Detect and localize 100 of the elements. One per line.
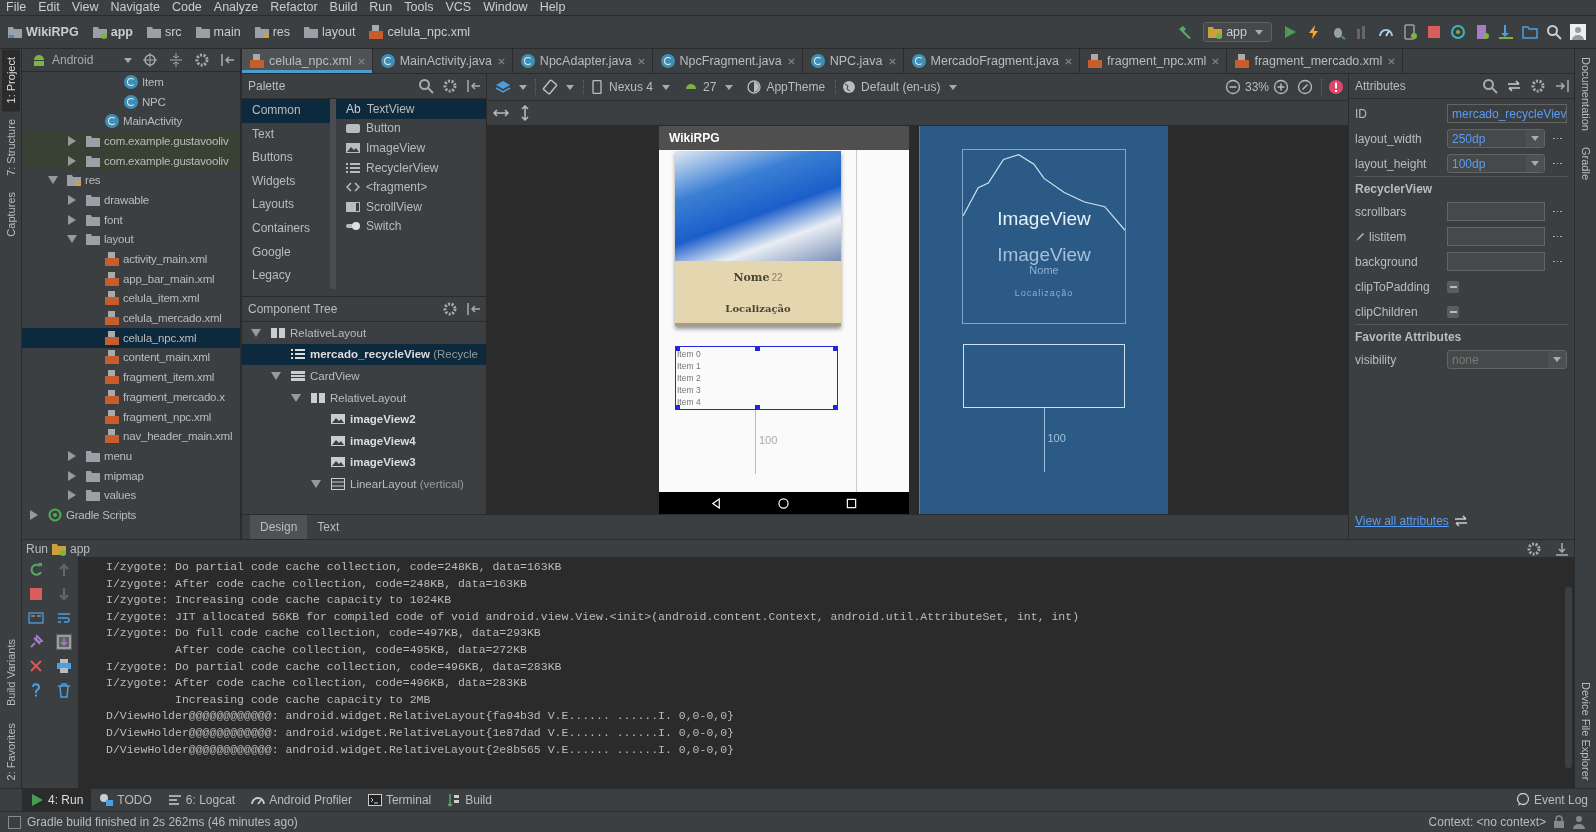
- device-icon[interactable]: [1402, 24, 1418, 40]
- close-icon[interactable]: [636, 56, 646, 66]
- expand-arrow-icon[interactable]: [271, 372, 281, 380]
- expand-arrow-icon[interactable]: [311, 479, 321, 488]
- project-tree-item[interactable]: Gradle Scripts: [22, 505, 240, 525]
- scroll-to-end-icon[interactable]: [56, 634, 72, 650]
- close-icon[interactable]: [786, 56, 796, 66]
- checkbox[interactable]: [1447, 280, 1459, 293]
- tool-window-button[interactable]: 4: Run: [22, 789, 92, 811]
- close-icon[interactable]: [1211, 56, 1221, 66]
- search-icon[interactable]: [1546, 24, 1562, 40]
- tool-window-button[interactable]: 6: Logcat: [159, 789, 244, 811]
- project-tree-item[interactable]: app_bar_main.xml: [22, 268, 240, 289]
- tool-window-tab[interactable]: Build Variants: [1, 631, 20, 715]
- menu-title[interactable]: Run: [363, 0, 399, 15]
- component-tree-item[interactable]: mercado_recycleView (Recycle: [242, 343, 486, 366]
- project-tree-item[interactable]: com.example.gustavooliv: [22, 131, 240, 151]
- checkbox[interactable]: [1447, 305, 1459, 318]
- zoom-out-icon[interactable]: [1224, 79, 1241, 95]
- menu-title[interactable]: Build: [323, 0, 364, 15]
- close-icon[interactable]: [356, 56, 366, 66]
- palette-category[interactable]: Buttons: [242, 146, 330, 170]
- recents-icon[interactable]: [845, 497, 857, 509]
- settings-icon[interactable]: [1530, 78, 1546, 94]
- menu-title[interactable]: Tools: [398, 0, 440, 15]
- tool-window-tab[interactable]: 7: Structure: [1, 111, 20, 185]
- palette-widget[interactable]: Ab TextView: [336, 99, 486, 119]
- search-icon[interactable]: [1482, 78, 1498, 94]
- component-tree-item[interactable]: CardView: [242, 365, 486, 387]
- more-icon[interactable]: [1553, 137, 1562, 140]
- target-icon[interactable]: [142, 52, 158, 68]
- hide-icon[interactable]: [466, 78, 482, 94]
- settings-icon[interactable]: [442, 301, 458, 317]
- minimize-icon[interactable]: [1554, 540, 1570, 557]
- project-tree-item[interactable]: activity_main.xml: [22, 249, 240, 269]
- tool-window-tab[interactable]: Documentation: [1576, 49, 1595, 139]
- project-tree-item[interactable]: menu: [22, 446, 240, 466]
- menu-title[interactable]: View: [65, 0, 105, 15]
- run-configuration-dropdown[interactable]: app: [1203, 22, 1272, 42]
- expand-arrow-icon[interactable]: [68, 194, 76, 205]
- tool-window-tab[interactable]: 1: Project: [1, 49, 20, 112]
- palette-widget[interactable]: <fragment>: [336, 177, 486, 197]
- close-icon[interactable]: [28, 658, 44, 674]
- download-icon[interactable]: [1498, 24, 1514, 40]
- project-tree-item[interactable]: fragment_npc.xml: [22, 406, 240, 427]
- project-tree-item[interactable]: font: [22, 209, 240, 230]
- component-tree-item[interactable]: imageView4: [242, 429, 486, 452]
- tool-window-tab[interactable]: Device File Explorer: [1576, 673, 1595, 788]
- attribute-field[interactable]: [1447, 227, 1545, 246]
- hide-icon[interactable]: [1554, 78, 1570, 94]
- search-icon[interactable]: [418, 78, 434, 94]
- more-icon[interactable]: [1553, 162, 1562, 165]
- breadcrumb-item[interactable]: app: [92, 25, 147, 39]
- project-tree-item[interactable]: layout: [22, 229, 240, 250]
- menu-title[interactable]: Navigate: [104, 0, 166, 15]
- close-icon[interactable]: [887, 56, 897, 66]
- project-tree-item[interactable]: celula_npc.xml: [22, 327, 240, 348]
- layers-icon[interactable]: [495, 79, 511, 95]
- breadcrumb-item[interactable]: layout: [304, 25, 370, 39]
- menu-title[interactable]: Help: [533, 0, 572, 15]
- project-tree-item[interactable]: drawable: [22, 190, 240, 210]
- editor-tab[interactable]: celula_npc.xml: [242, 49, 373, 73]
- expand-arrow-icon[interactable]: [67, 235, 77, 244]
- close-icon[interactable]: [1387, 56, 1397, 66]
- component-tree-item[interactable]: RelativeLayout: [242, 386, 486, 409]
- lock-icon[interactable]: [1552, 815, 1566, 829]
- expand-arrow-icon[interactable]: [68, 214, 76, 225]
- menu-title[interactable]: Edit: [32, 0, 66, 15]
- tool-window-button[interactable]: Terminal: [359, 789, 440, 811]
- swap-icon[interactable]: [1452, 513, 1469, 529]
- expand-arrow-icon[interactable]: [68, 450, 76, 461]
- project-tree-item[interactable]: celula_mercado.xml: [22, 308, 240, 328]
- view-tab[interactable]: Design: [250, 515, 308, 539]
- component-tree-item[interactable]: imageView3: [242, 451, 486, 474]
- stop-icon[interactable]: [1426, 24, 1442, 40]
- settings-icon[interactable]: [1526, 540, 1542, 557]
- palette-category[interactable]: Containers: [242, 216, 330, 241]
- panel-toggle-icon[interactable]: [8, 815, 21, 829]
- home-icon[interactable]: [778, 497, 790, 509]
- component-tree-item[interactable]: LinearLayout (vertical): [242, 473, 486, 495]
- rotate-icon[interactable]: [535, 79, 558, 95]
- hide-icon[interactable]: [220, 52, 236, 68]
- attribute-field[interactable]: [1447, 202, 1545, 221]
- tool-window-tab[interactable]: Captures: [1, 184, 20, 245]
- menu-title[interactable]: VCS: [439, 0, 478, 15]
- layout-icon[interactable]: [28, 610, 44, 626]
- project-tree-item[interactable]: Item: [22, 72, 240, 92]
- palette-widget[interactable]: ImageView: [336, 138, 486, 158]
- menu-title[interactable]: Code: [165, 0, 208, 15]
- theme-dropdown[interactable]: AppTheme: [747, 80, 826, 94]
- component-tree-item[interactable]: RelativeLayout: [242, 322, 486, 344]
- settings-icon[interactable]: [442, 78, 458, 94]
- palette-category[interactable]: Layouts: [242, 193, 330, 217]
- palette-widget[interactable]: Button: [336, 118, 486, 139]
- breadcrumb-item[interactable]: main: [195, 25, 255, 39]
- run-config-tab[interactable]: app: [70, 541, 91, 556]
- back-icon[interactable]: [711, 497, 723, 509]
- recycler-view-selection[interactable]: Item 0 Item 1 Item 2 Item 3 Item 4: [675, 346, 838, 410]
- project-tree-item[interactable]: fragment_item.xml: [22, 367, 240, 387]
- close-icon[interactable]: [496, 56, 506, 66]
